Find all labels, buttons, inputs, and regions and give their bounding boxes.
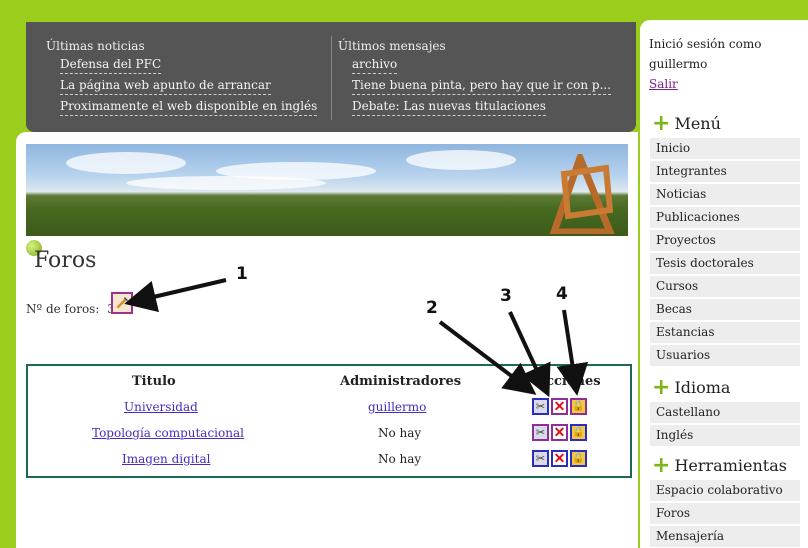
annotation-4: 4 — [556, 284, 568, 304]
delete-x-icon[interactable]: ✕ — [551, 424, 568, 441]
sidebar-item-publicaciones[interactable]: Publicaciones — [650, 207, 800, 228]
lock-icon[interactable]: 🔒 — [570, 424, 587, 441]
annotation-3: 3 — [500, 286, 512, 306]
forum-title-link[interactable]: Universidad — [124, 400, 198, 414]
sidebar-item-ingles[interactable]: Inglés — [650, 425, 800, 446]
delete-x-icon[interactable]: ✕ — [551, 398, 568, 415]
latest-messages: Últimos mensajes archivo Tiene buena pin… — [338, 36, 612, 119]
page-title: Foros — [34, 248, 97, 273]
table-row: guillermo — [368, 400, 426, 414]
sidebar: Inició sesión como guillermo Salir + Men… — [640, 20, 808, 548]
news-link[interactable]: La página web apunto de arrancar — [60, 77, 271, 95]
row-actions: ✂ ✕ 🔒 — [532, 424, 587, 441]
message-link[interactable]: archivo — [352, 56, 398, 74]
plus-icon: + — [652, 452, 671, 478]
plus-icon: + — [652, 110, 671, 136]
edit-pencil-icon[interactable] — [111, 292, 133, 314]
sidebar-item-mensajeria[interactable]: Mensajería — [650, 526, 800, 547]
latest-messages-title: Últimos mensajes — [338, 39, 446, 53]
sidebar-item-integrantes[interactable]: Integrantes — [650, 161, 800, 182]
lock-icon[interactable]: 🔒 — [570, 398, 587, 415]
table-row: Topología computacional — [92, 426, 244, 440]
news-link[interactable]: Defensa del PFC — [60, 56, 162, 74]
admin-none: No hay — [378, 452, 422, 466]
logout-link[interactable]: Salir — [649, 74, 799, 94]
row-actions: ✂ ✕ 🔒 — [532, 398, 587, 415]
language-heading: + Idioma — [652, 374, 731, 400]
landscape-banner — [26, 144, 628, 236]
annotation-2: 2 — [426, 298, 438, 318]
login-text: Inició sesión como guillermo — [649, 37, 762, 71]
news-divider — [331, 36, 332, 120]
sidebar-item-becas[interactable]: Becas — [650, 299, 800, 320]
message-link[interactable]: Tiene buena pinta, pero hay que ir con p… — [352, 77, 612, 95]
sidebar-item-inicio[interactable]: Inicio — [650, 138, 800, 159]
forum-count: Nº de foros: 3 — [26, 302, 115, 316]
menu-heading: + Menú — [652, 110, 721, 136]
forum-title-link[interactable]: Topología computacional — [92, 426, 244, 440]
message-link[interactable]: Debate: Las nuevas titulaciones — [352, 98, 546, 116]
row-actions: ✂ ✕ 🔒 — [532, 450, 587, 467]
latest-news-title: Últimas noticias — [46, 39, 145, 53]
sidebar-item-foros[interactable]: Foros — [650, 503, 800, 524]
table-row: Universidad — [124, 400, 198, 414]
tools-icon[interactable]: ✂ — [532, 398, 549, 415]
lock-icon[interactable]: 🔒 — [570, 450, 587, 467]
column-header-actions: Acciones — [536, 374, 601, 389]
tools-icon[interactable]: ✂ — [532, 450, 549, 467]
main-content: Foros Nº de foros: 3 Titulo Administrado… — [16, 132, 638, 548]
sidebar-item-castellano[interactable]: Castellano — [650, 402, 800, 423]
sidebar-item-noticias[interactable]: Noticias — [650, 184, 800, 205]
wooden-frame-icon — [549, 154, 615, 234]
delete-x-icon[interactable]: ✕ — [551, 450, 568, 467]
column-header-title: Titulo — [132, 374, 176, 389]
forums-table: Titulo Administradores Acciones Universi… — [26, 364, 632, 478]
plus-icon: + — [652, 374, 671, 400]
table-row: Imagen digital — [122, 452, 210, 466]
column-header-admins: Administradores — [340, 374, 462, 389]
forum-title-link[interactable]: Imagen digital — [122, 452, 210, 466]
news-bar: Últimas noticias Defensa del PFC La pági… — [26, 22, 636, 132]
sidebar-item-proyectos[interactable]: Proyectos — [650, 230, 800, 251]
sidebar-item-estancias[interactable]: Estancias — [650, 322, 800, 343]
login-info: Inició sesión como guillermo Salir — [649, 34, 799, 94]
sidebar-item-espacio[interactable]: Espacio colaborativo — [650, 480, 800, 501]
forum-count-label: Nº de foros: — [26, 302, 100, 316]
annotation-1: 1 — [236, 264, 248, 284]
sidebar-item-usuarios[interactable]: Usuarios — [650, 345, 800, 366]
admin-none: No hay — [378, 426, 422, 440]
sidebar-item-cursos[interactable]: Cursos — [650, 276, 800, 297]
latest-news: Últimas noticias Defensa del PFC La pági… — [46, 36, 318, 119]
news-link[interactable]: Proximamente el web disponible en inglés — [60, 98, 318, 116]
sidebar-item-tesis[interactable]: Tesis doctorales — [650, 253, 800, 274]
admin-link[interactable]: guillermo — [368, 400, 426, 414]
tools-heading: + Herramientas — [652, 452, 787, 478]
tools-icon[interactable]: ✂ — [532, 424, 549, 441]
